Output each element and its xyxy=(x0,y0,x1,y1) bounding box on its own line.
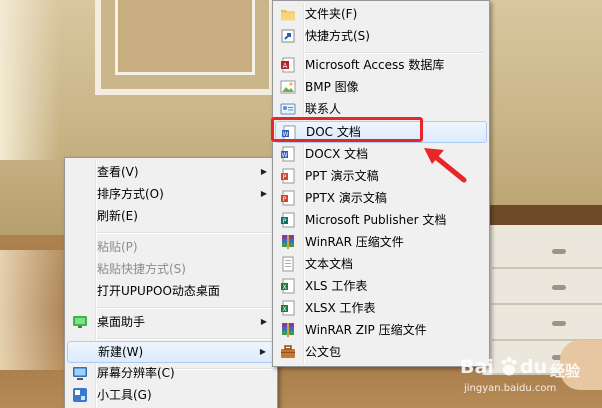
menu-item-refresh[interactable]: 刷新(E) xyxy=(67,205,275,227)
menu-item-label: 快捷方式(S) xyxy=(305,29,370,43)
watermark-brand: Bai xyxy=(460,356,494,378)
submenu-arrow-icon: ▶ xyxy=(260,317,267,326)
menu-item-label: WinRAR 压缩文件 xyxy=(305,235,404,249)
menu-item-new-xls[interactable]: X XLS 工作表 xyxy=(275,275,487,297)
menu-item-label: 新建(W) xyxy=(98,345,144,359)
menu-item-label: BMP 图像 xyxy=(305,80,359,94)
menu-item-new-publisher[interactable]: P Microsoft Publisher 文档 xyxy=(275,209,487,231)
highlight-box xyxy=(271,117,423,142)
menu-item-new-access-db[interactable]: A Microsoft Access 数据库 xyxy=(275,54,487,76)
menu-item-label: 刷新(E) xyxy=(97,209,138,223)
menu-item-label: 文本文档 xyxy=(305,257,354,271)
access-db-icon: A xyxy=(281,57,295,73)
svg-text:X: X xyxy=(282,306,286,313)
menu-item-label: Microsoft Publisher 文档 xyxy=(305,213,447,227)
menu-item-label: WinRAR ZIP 压缩文件 xyxy=(305,323,427,337)
menu-item-label: DOCX 文档 xyxy=(305,147,369,161)
menu-item-label: 打开UPUPOO动态桌面 xyxy=(97,284,220,298)
menu-item-label: Microsoft Access 数据库 xyxy=(305,58,445,72)
wallpaper-picture-frame xyxy=(95,0,275,95)
menu-item-label: 桌面助手 xyxy=(97,315,146,329)
menu-separator xyxy=(97,232,273,234)
annotation-arrow-icon xyxy=(424,148,467,183)
svg-text:P: P xyxy=(283,174,287,181)
gadgets-icon xyxy=(73,388,87,402)
submenu-arrow-icon: ▶ xyxy=(260,189,267,198)
svg-text:X: X xyxy=(282,284,286,291)
watermark-brand-du: du xyxy=(520,356,548,378)
menu-item-new[interactable]: 新建(W) ▶ xyxy=(67,341,275,363)
menu-item-label: XLSX 工作表 xyxy=(305,301,376,315)
menu-item-desktop-assistant[interactable]: 桌面助手 ▶ xyxy=(67,311,275,333)
bmp-image-icon xyxy=(280,80,296,94)
desktop-context-menu: 查看(V) ▶ 排序方式(O) ▶ 刷新(E) 粘贴(P) 粘贴快捷方式(S) … xyxy=(64,157,278,408)
menu-item-label: 粘贴(P) xyxy=(97,240,138,254)
menu-item-paste-shortcut: 粘贴快捷方式(S) xyxy=(67,258,275,280)
contact-icon xyxy=(280,103,296,115)
wallpaper-window-light xyxy=(0,0,60,160)
baidu-jingyan-watermark: Bai du 经验 jingyan.baidu.com xyxy=(452,354,597,404)
svg-text:P: P xyxy=(283,218,287,225)
ppt-icon: P xyxy=(281,168,295,184)
menu-item-new-shortcut[interactable]: 快捷方式(S) xyxy=(275,25,487,47)
menu-item-label: 文件夹(F) xyxy=(305,7,358,21)
menu-separator xyxy=(97,338,273,340)
submenu-arrow-icon: ▶ xyxy=(260,167,267,176)
menu-item-open-upupoo[interactable]: 打开UPUPOO动态桌面 xyxy=(67,280,275,302)
shortcut-icon xyxy=(281,29,295,43)
menu-item-label: PPTX 演示文稿 xyxy=(305,191,387,205)
menu-item-gadgets[interactable]: 小工具(G) xyxy=(67,384,275,406)
baidu-paw-icon xyxy=(501,356,517,376)
menu-item-new-xlsx[interactable]: X XLSX 工作表 xyxy=(275,297,487,319)
menu-item-view[interactable]: 查看(V) ▶ xyxy=(67,161,275,183)
folder-icon xyxy=(281,10,295,21)
svg-text:W: W xyxy=(282,152,288,159)
xlsx-icon: X xyxy=(281,300,295,316)
monitor-icon xyxy=(73,367,87,380)
menu-item-paste: 粘贴(P) xyxy=(67,236,275,258)
publisher-icon: P xyxy=(281,212,295,228)
briefcase-icon xyxy=(281,345,295,358)
menu-item-label: 查看(V) xyxy=(97,165,139,179)
menu-item-label: 公文包 xyxy=(305,345,342,359)
menu-separator xyxy=(97,307,273,309)
submenu-arrow-icon: ▶ xyxy=(259,347,266,356)
menu-item-label: 粘贴快捷方式(S) xyxy=(97,262,186,276)
docx-document-icon: W xyxy=(281,146,295,162)
svg-text:P: P xyxy=(283,196,287,203)
winrar-icon xyxy=(282,235,294,249)
menu-item-screen-resolution[interactable]: 屏幕分辨率(C) xyxy=(67,362,275,384)
watermark-url: jingyan.baidu.com xyxy=(464,383,557,394)
menu-item-label: XLS 工作表 xyxy=(305,279,368,293)
watermark-brand-suffix: 经验 xyxy=(550,362,581,380)
menu-item-label: 排序方式(O) xyxy=(97,187,164,201)
menu-item-label: 小工具(G) xyxy=(97,388,152,402)
menu-item-new-winrar-zip[interactable]: WinRAR ZIP 压缩文件 xyxy=(275,319,487,341)
xls-icon: X xyxy=(281,278,295,294)
text-document-icon xyxy=(282,256,294,272)
desktop-assistant-icon xyxy=(73,316,87,328)
menu-item-new-pptx[interactable]: P PPTX 演示文稿 xyxy=(275,187,487,209)
menu-item-new-folder[interactable]: 文件夹(F) xyxy=(275,3,487,25)
winrar-zip-icon xyxy=(282,323,294,337)
desktop-screen: 查看(V) ▶ 排序方式(O) ▶ 刷新(E) 粘贴(P) 粘贴快捷方式(S) … xyxy=(0,0,602,408)
menu-item-label: 屏幕分辨率(C) xyxy=(97,366,175,380)
menu-item-label: PPT 演示文稿 xyxy=(305,169,379,183)
menu-item-new-bmp-image[interactable]: BMP 图像 xyxy=(275,76,487,98)
menu-item-sort-by[interactable]: 排序方式(O) ▶ xyxy=(67,183,275,205)
svg-text:A: A xyxy=(283,62,288,70)
menu-item-new-winrar[interactable]: WinRAR 压缩文件 xyxy=(275,231,487,253)
menu-item-new-text-document[interactable]: 文本文档 xyxy=(275,253,487,275)
pptx-icon: P xyxy=(281,190,295,206)
